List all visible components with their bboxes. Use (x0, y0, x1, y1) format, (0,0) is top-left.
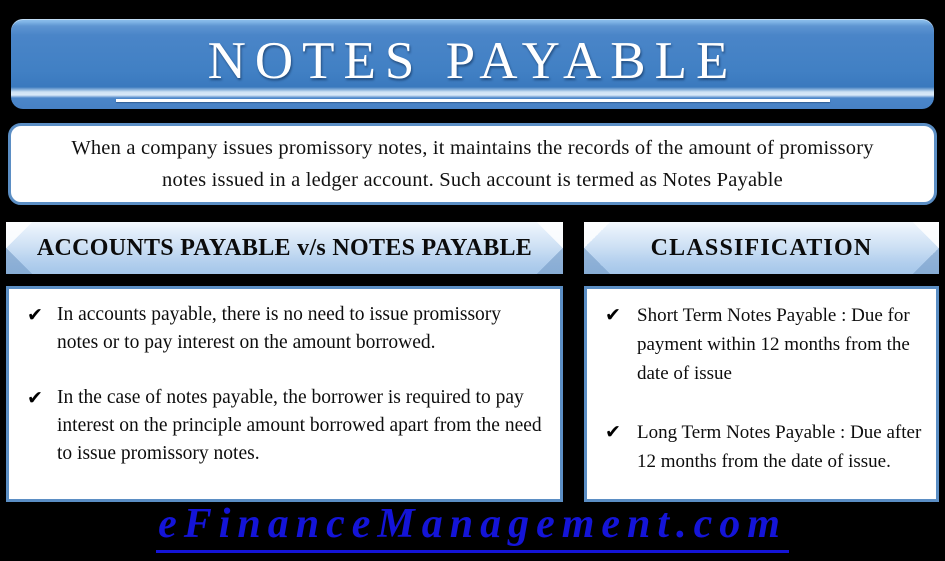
classification-banner-label: CLASSIFICATION (650, 235, 873, 261)
check-icon: ✔ (605, 304, 621, 326)
list-item: ✔ In the case of notes payable, the borr… (23, 384, 546, 468)
check-icon: ✔ (27, 304, 43, 326)
infographic-canvas: NOTES PAYABLE When a company issues prom… (0, 0, 945, 561)
comparison-banner-label: ACCOUNTS PAYABLE v/s NOTES PAYABLE (36, 235, 533, 261)
classification-banner: CLASSIFICATION (584, 222, 939, 274)
page-title: NOTES PAYABLE (207, 32, 738, 90)
list-item: ✔ Long Term Notes Payable : Due after 12… (601, 418, 926, 476)
footer: eFinanceManagement.com (0, 500, 945, 553)
classification-column: CLASSIFICATION ✔ Short Term Notes Payabl… (584, 222, 939, 502)
title-underline (115, 99, 830, 102)
list-item-text: In accounts payable, there is no need to… (57, 304, 502, 353)
title-banner: NOTES PAYABLE (11, 19, 934, 109)
comparison-banner: ACCOUNTS PAYABLE v/s NOTES PAYABLE (6, 222, 563, 274)
list-item: ✔ Short Term Notes Payable : Due for pay… (601, 301, 926, 388)
site-branding: eFinanceManagement.com (156, 500, 789, 553)
check-icon: ✔ (27, 387, 43, 409)
classification-bullet-list: ✔ Short Term Notes Payable : Due for pay… (601, 301, 926, 476)
check-icon: ✔ (605, 421, 621, 443)
classification-content-box: ✔ Short Term Notes Payable : Due for pay… (584, 286, 939, 502)
comparison-content-box: ✔ In accounts payable, there is no need … (6, 286, 563, 502)
definition-text: When a company issues promissory notes, … (71, 137, 874, 191)
list-item: ✔ In accounts payable, there is no need … (23, 301, 546, 357)
list-item-text: Long Term Notes Payable : Due after 12 m… (637, 422, 922, 472)
list-item-text: Short Term Notes Payable : Due for payme… (637, 305, 910, 384)
comparison-bullet-list: ✔ In accounts payable, there is no need … (23, 301, 546, 468)
comparison-column: ACCOUNTS PAYABLE v/s NOTES PAYABLE ✔ In … (6, 222, 563, 502)
definition-box: When a company issues promissory notes, … (8, 123, 937, 205)
list-item-text: In the case of notes payable, the borrow… (57, 387, 542, 464)
